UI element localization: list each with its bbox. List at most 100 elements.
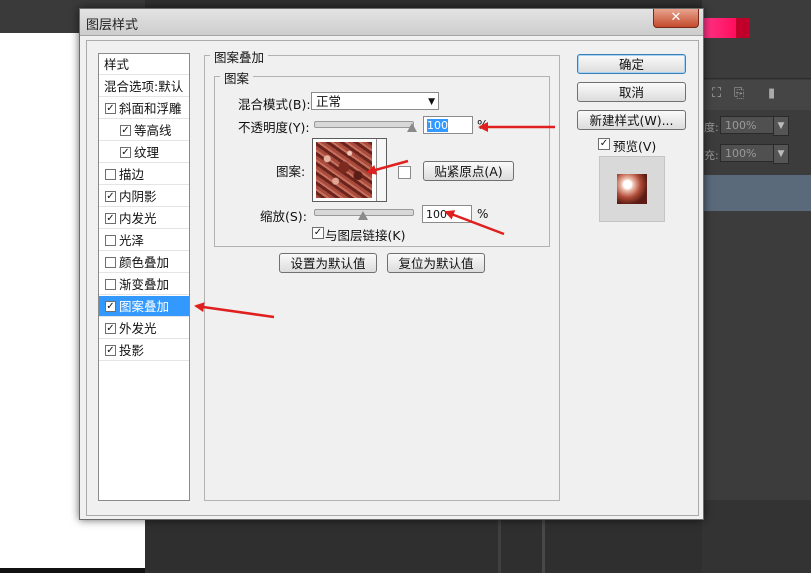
opacity-input[interactable]: 100 (423, 116, 473, 134)
blend-mode-value: 正常 (316, 94, 342, 109)
chevron-down-icon: ▼ (428, 97, 435, 107)
artboard-lock-icon[interactable]: ⎘ (734, 86, 744, 101)
style-item-label: 渐变叠加 (119, 277, 170, 292)
chevron-down-icon[interactable]: ▼ (773, 144, 789, 164)
style-item-label: 等高线 (134, 123, 172, 138)
style-list-header-label: 样式 (104, 57, 130, 72)
style-item-label: 颜色叠加 (119, 255, 170, 270)
checkbox-inner-glow[interactable]: ✓ (105, 213, 116, 224)
style-list-header[interactable]: 样式 (99, 54, 189, 75)
checkbox-satin[interactable] (105, 235, 116, 246)
color-swatch-red[interactable] (736, 18, 750, 38)
style-item-label: 外发光 (119, 321, 157, 336)
style-item-label: 投影 (119, 343, 145, 358)
style-item-pattern-overlay[interactable]: ✓ 图案叠加 (99, 296, 189, 317)
style-item-label: 描边 (119, 167, 145, 182)
style-item-label: 内阴影 (119, 189, 157, 204)
checkbox-inner-shadow[interactable]: ✓ (105, 191, 116, 202)
opacity-percent: % (477, 118, 489, 132)
style-item-label: 纹理 (134, 145, 160, 160)
style-item-contour[interactable]: ✓ 等高线 (99, 120, 189, 141)
checkbox-color-overlay[interactable] (105, 257, 116, 268)
style-preview (599, 156, 665, 222)
dialog-title: 图层样式 (86, 18, 139, 33)
style-item-satin[interactable]: 光泽 (99, 230, 189, 251)
snap-to-origin-button[interactable]: 贴紧原点(A) (423, 161, 514, 181)
pattern-swatch[interactable] (316, 142, 372, 198)
fill-label-bg: 充: (704, 149, 719, 162)
opacity-label-bg: 度: (704, 121, 719, 134)
checkbox-stroke[interactable] (105, 169, 116, 180)
panel-row (702, 50, 811, 79)
scale-percent: % (477, 207, 489, 221)
scale-slider-thumb[interactable] (358, 211, 368, 220)
canvas-bottom-edge (0, 568, 145, 573)
style-list: 样式 混合选项:默认 ✓ 斜面和浮雕 ✓ 等高线 ✓ 纹理 描边 ✓ 内阴影 ✓ 内发光 … (98, 53, 190, 501)
style-item-label: 内发光 (119, 211, 157, 226)
preview-checkbox[interactable]: ✓ (598, 138, 610, 150)
close-button[interactable]: ✕ (653, 9, 699, 28)
style-item-label: 斜面和浮雕 (119, 101, 182, 116)
chevron-down-icon[interactable]: ▼ (773, 116, 789, 136)
reset-to-default-button[interactable]: 复位为默认值 (387, 253, 485, 273)
checkbox-drop-shadow[interactable]: ✓ (105, 345, 116, 356)
style-item-gradient-overlay[interactable]: 渐变叠加 (99, 274, 189, 295)
checkbox-texture[interactable]: ✓ (120, 147, 131, 158)
scale-input[interactable]: 100 (422, 205, 472, 223)
style-item-drop-shadow[interactable]: ✓ 投影 (99, 340, 189, 361)
pattern-dropdown-toggle[interactable] (376, 139, 386, 201)
style-item-stroke[interactable]: 描边 (99, 164, 189, 185)
lock-icon[interactable]: ▮ (768, 86, 775, 101)
style-item-inner-glow[interactable]: ✓ 内发光 (99, 208, 189, 229)
dialog-content: 样式 混合选项:默认 ✓ 斜面和浮雕 ✓ 等高线 ✓ 纹理 描边 ✓ 内阴影 ✓ 内发光 … (86, 40, 699, 516)
preview-thumbnail (617, 174, 647, 204)
link-with-layer-label: 与图层链接(K) (325, 228, 406, 243)
pattern-label: 图案: (276, 164, 306, 179)
blend-mode-label: 混合模式(B): (238, 97, 311, 112)
style-item-label: 混合选项:默认 (104, 79, 184, 94)
workspace-divider (498, 520, 501, 573)
checkbox-bevel-emboss[interactable]: ✓ (105, 103, 116, 114)
close-icon: ✕ (670, 10, 682, 25)
style-item-inner-shadow[interactable]: ✓ 内阴影 (99, 186, 189, 207)
new-preset-icon[interactable] (398, 166, 411, 179)
pattern-subgroup-title: 图案 (220, 68, 254, 87)
checkbox-outer-glow[interactable]: ✓ (105, 323, 116, 334)
fill-field-bg[interactable]: 100% ▼ (720, 144, 789, 164)
style-item-texture[interactable]: ✓ 纹理 (99, 142, 189, 163)
cancel-button[interactable]: 取消 (577, 82, 686, 102)
new-style-button[interactable]: 新建样式(W)... (577, 110, 686, 130)
scale-value: 100 (426, 208, 447, 221)
checkbox-pattern-overlay[interactable]: ✓ (105, 301, 116, 312)
link-with-layer-checkbox[interactable]: ✓ (312, 227, 324, 239)
style-item-bevel-emboss[interactable]: ✓ 斜面和浮雕 (99, 98, 189, 119)
selected-layer-row[interactable] (702, 175, 811, 211)
opacity-value-bg: 100% (725, 119, 757, 132)
ok-button[interactable]: 确定 (577, 54, 686, 74)
blend-mode-select[interactable]: 正常 ▼ (311, 92, 439, 110)
set-as-default-button[interactable]: 设置为默认值 (279, 253, 377, 273)
pattern-picker[interactable] (312, 138, 387, 202)
scale-label: 缩放(S): (260, 209, 307, 224)
dialog-titlebar[interactable]: 图层样式 ✕ (80, 9, 703, 36)
opacity-value: 100 (427, 119, 448, 132)
workspace-divider (542, 520, 545, 573)
opacity-field-bg[interactable]: 100% ▼ (720, 116, 789, 136)
style-item-label: 图案叠加 (119, 299, 170, 314)
style-item-outer-glow[interactable]: ✓ 外发光 (99, 318, 189, 339)
checkbox-gradient-overlay[interactable] (105, 279, 116, 290)
fill-value-bg: 100% (725, 147, 757, 160)
style-item-blending-options[interactable]: 混合选项:默认 (99, 76, 189, 97)
opacity-slider-thumb[interactable] (407, 123, 417, 132)
layers-toolbar: ⛶ ⎘ ▮ (702, 80, 811, 110)
opacity-label: 不透明度(Y): (238, 120, 310, 135)
transform-lock-icon[interactable]: ⛶ (712, 86, 721, 101)
style-item-label: 光泽 (119, 233, 145, 248)
opacity-slider[interactable] (314, 121, 414, 128)
style-item-color-overlay[interactable]: 颜色叠加 (99, 252, 189, 273)
panel-bottom (702, 500, 811, 573)
pattern-overlay-title: 图案叠加 (210, 47, 269, 66)
layer-style-dialog: 图层样式 ✕ 样式 混合选项:默认 ✓ 斜面和浮雕 ✓ 等高线 ✓ 纹理 描边 ✓ 内阴… (79, 8, 704, 520)
preview-label: 预览(V) (613, 139, 657, 154)
checkbox-contour[interactable]: ✓ (120, 125, 131, 136)
